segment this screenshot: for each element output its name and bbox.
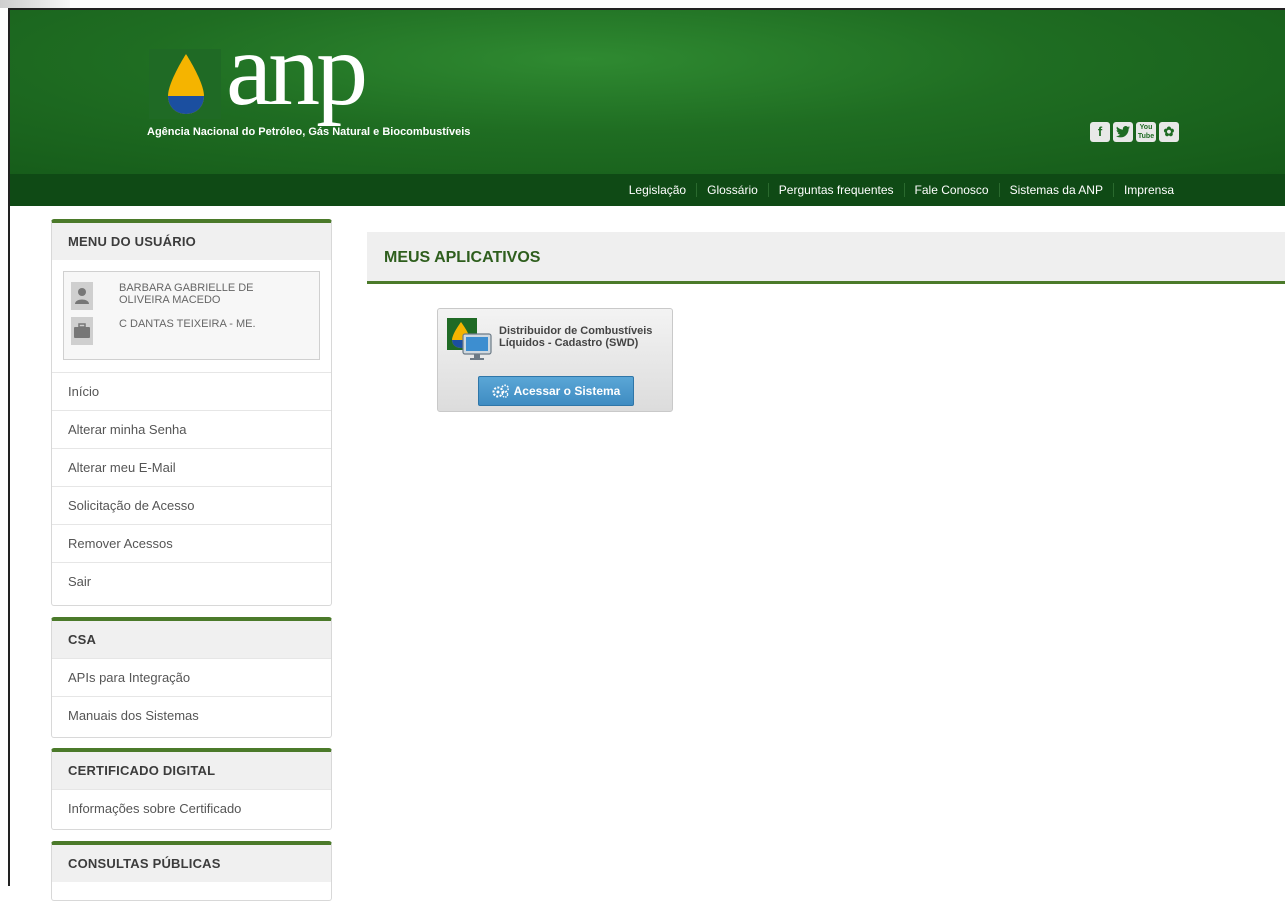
- csa-panel: CSA APIs para Integração Manuais dos Sis…: [51, 617, 332, 738]
- menu-solicitacao-acesso[interactable]: Solicitação de Acesso: [52, 486, 331, 524]
- consultas-panel: CONSULTAS PÚBLICAS: [51, 841, 332, 901]
- menu-sair[interactable]: Sair: [52, 562, 331, 600]
- app-monitor-icon: [447, 318, 492, 360]
- user-company: C DANTAS TEIXEIRA - ME.: [119, 318, 256, 330]
- nav-glossario[interactable]: Glossário: [696, 183, 768, 197]
- menu-remover-acessos[interactable]: Remover Acessos: [52, 524, 331, 562]
- csa-title: CSA: [52, 621, 331, 658]
- user-menu-title: MENU DO USUÁRIO: [52, 223, 331, 260]
- nav-perguntas-frequentes[interactable]: Perguntas frequentes: [767, 183, 904, 197]
- user-name: BARBARA GABRIELLE DE OLIVEIRA MACEDO: [119, 282, 254, 306]
- anp-logo-text[interactable]: anp: [226, 18, 368, 122]
- social-links: f You Tube ✿: [1090, 122, 1179, 142]
- nav-imprensa[interactable]: Imprensa: [1112, 183, 1184, 197]
- agency-name: Agência Nacional do Petróleo, Gás Natura…: [147, 126, 471, 138]
- menu-info-certificado[interactable]: Informações sobre Certificado: [52, 789, 331, 827]
- youtube-icon[interactable]: You Tube: [1136, 122, 1156, 142]
- menu-manuais-sistemas[interactable]: Manuais dos Sistemas: [52, 696, 331, 734]
- window-corner: [0, 0, 70, 8]
- facebook-icon[interactable]: f: [1090, 122, 1110, 142]
- oil-drop-logo-icon[interactable]: [164, 52, 208, 116]
- app-card: Distribuidor de Combustíveis Líquidos - …: [437, 308, 673, 412]
- acessar-sistema-button[interactable]: Acessar o Sistema: [478, 376, 634, 406]
- acessar-sistema-label: Acessar o Sistema: [513, 384, 621, 398]
- menu-alterar-senha[interactable]: Alterar minha Senha: [52, 410, 331, 448]
- briefcase-icon: [71, 317, 93, 345]
- nav-sistemas-anp[interactable]: Sistemas da ANP: [998, 183, 1113, 197]
- certificado-title: CERTIFICADO DIGITAL: [52, 752, 331, 789]
- user-menu-panel: MENU DO USUÁRIO BARBARA GABRIELLE DE OLI…: [51, 219, 332, 606]
- certificado-panel: CERTIFICADO DIGITAL Informações sobre Ce…: [51, 748, 332, 830]
- menu-inicio[interactable]: Início: [52, 372, 331, 410]
- menu-apis-integracao[interactable]: APIs para Integração: [52, 658, 331, 696]
- user-info-box: BARBARA GABRIELLE DE OLIVEIRA MACEDO C D…: [63, 271, 320, 360]
- top-navigation: Legislação Glossário Perguntas frequente…: [10, 174, 1285, 206]
- user-avatar-icon: [71, 282, 93, 310]
- menu-alterar-email[interactable]: Alterar meu E-Mail: [52, 448, 331, 486]
- main-title-bar: MEUS APLICATIVOS: [367, 232, 1285, 284]
- nav-legislacao[interactable]: Legislação: [619, 183, 696, 197]
- app-name: Distribuidor de Combustíveis Líquidos - …: [499, 325, 653, 349]
- nav-fale-conosco[interactable]: Fale Conosco: [903, 183, 999, 197]
- page-title: MEUS APLICATIVOS: [384, 249, 541, 266]
- flickr-icon[interactable]: ✿: [1159, 122, 1179, 142]
- consultas-title: CONSULTAS PÚBLICAS: [52, 845, 331, 882]
- twitter-icon[interactable]: [1113, 122, 1133, 142]
- gears-icon: [492, 384, 509, 398]
